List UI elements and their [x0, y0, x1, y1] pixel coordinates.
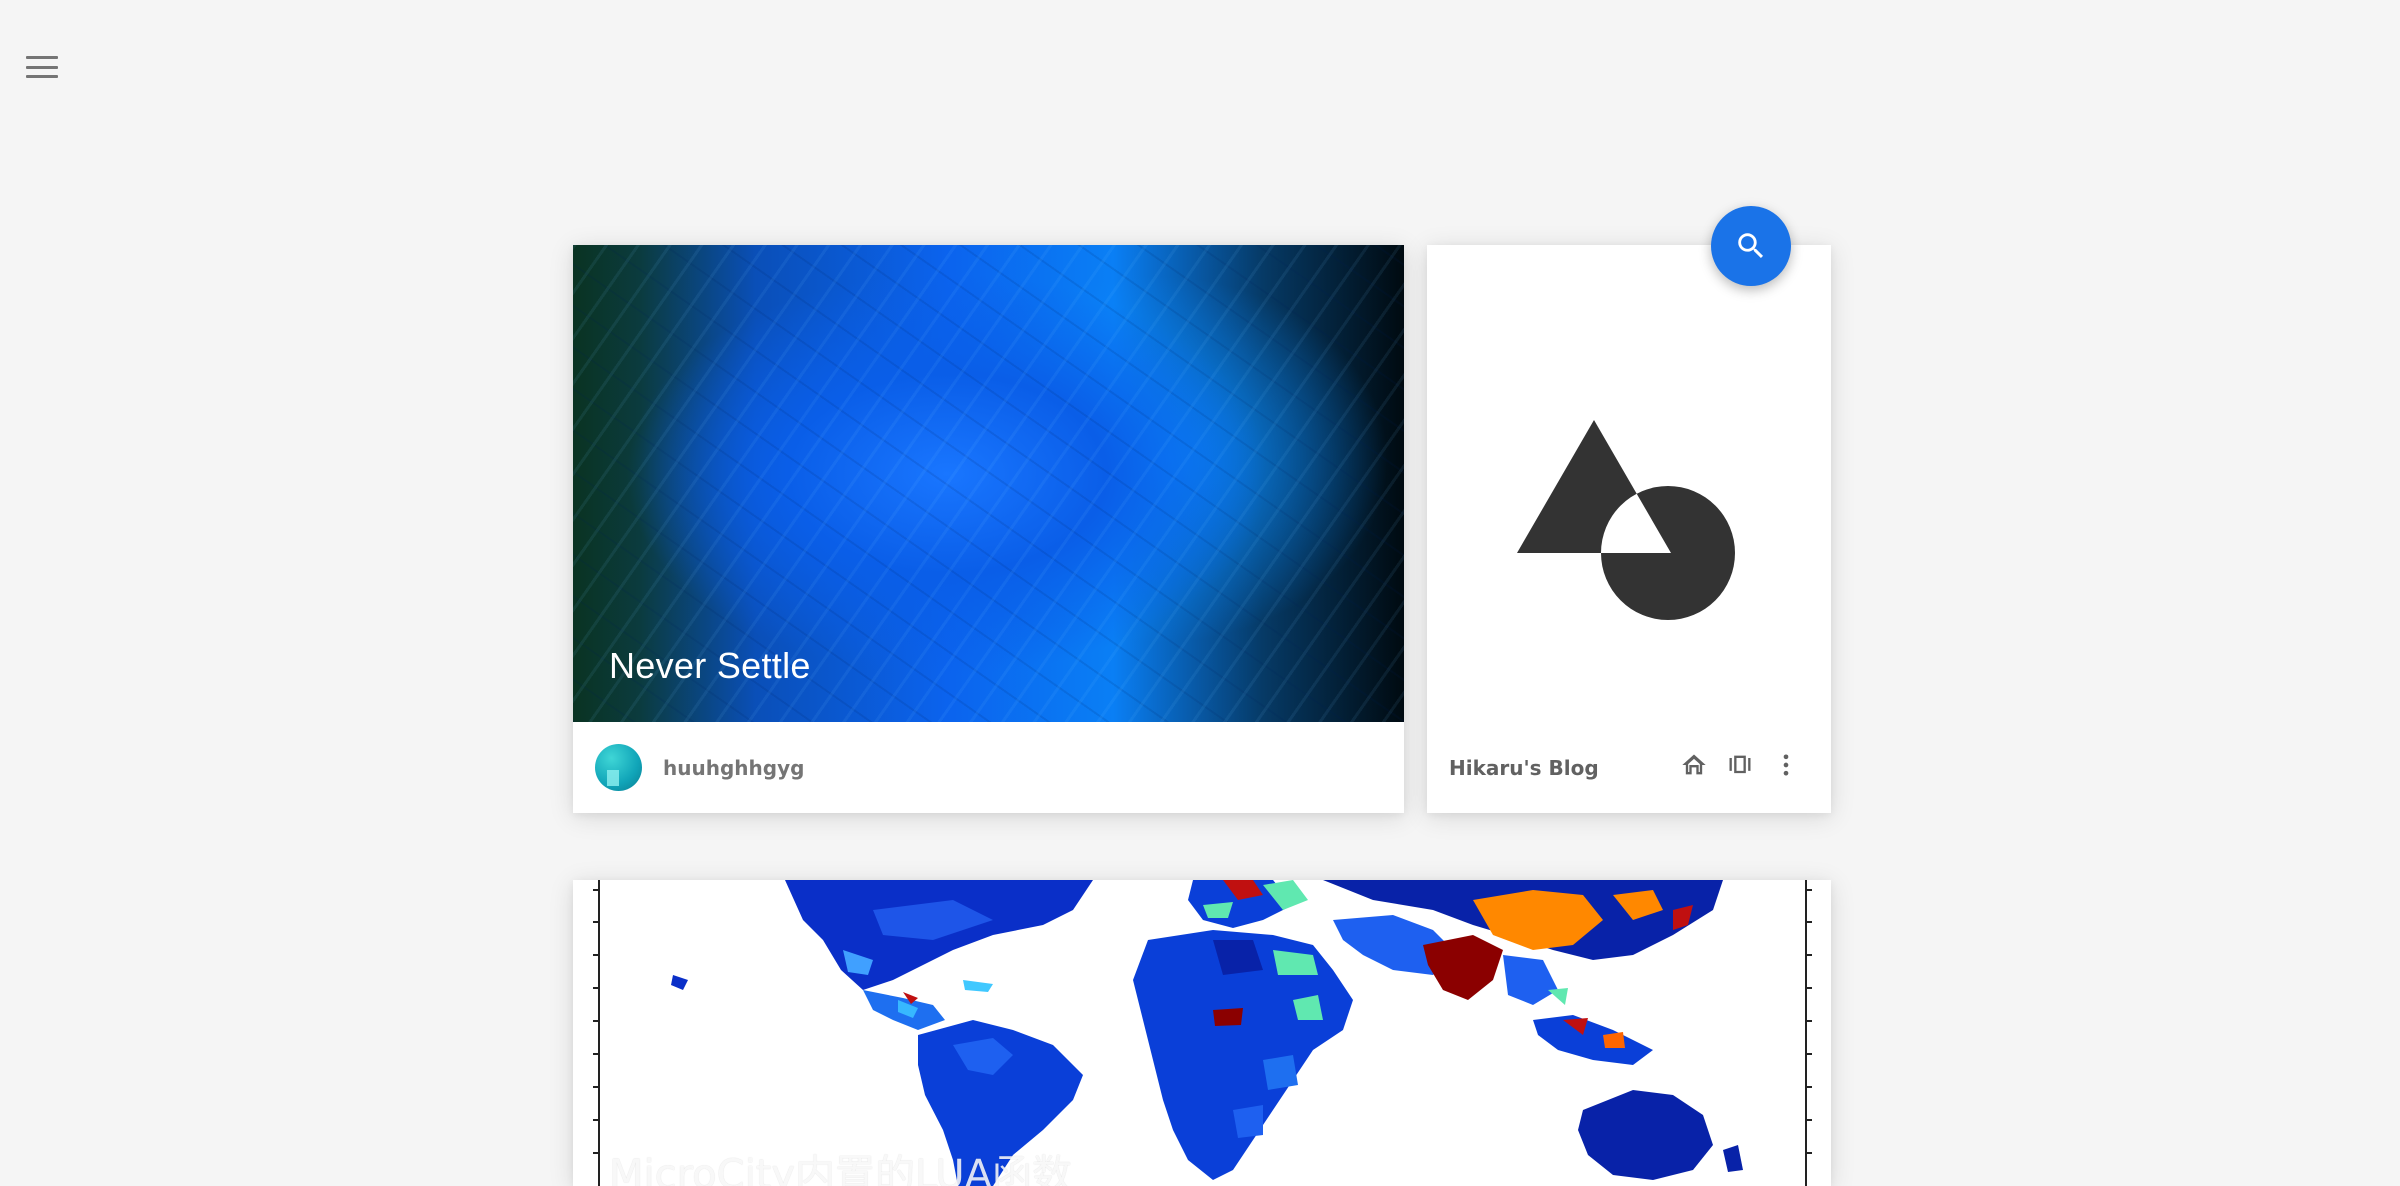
featured-post-card[interactable]: Never Settle huuhghhgyg: [573, 245, 1404, 813]
blog-name: Hikaru's Blog: [1449, 755, 1599, 780]
featured-post-image[interactable]: Never Settle: [573, 245, 1404, 722]
view-carousel-icon: [1729, 755, 1751, 774]
home-icon: [1682, 754, 1706, 775]
second-post-card[interactable]: MicroCity内置的LUA函数: [573, 880, 1831, 1186]
search-icon: [1738, 233, 1764, 259]
second-post-title[interactable]: MicroCity内置的LUA函数: [609, 1142, 1072, 1186]
blog-logo-icon: [1517, 420, 1735, 620]
featured-post-footer: huuhghhgyg: [573, 722, 1404, 813]
search-button[interactable]: [1711, 206, 1791, 286]
world-map-image: [573, 880, 1831, 1186]
featured-post-title[interactable]: Never Settle: [609, 645, 811, 687]
home-button[interactable]: [1679, 750, 1709, 780]
blog-card-actions: [1679, 750, 1801, 780]
author-name[interactable]: huuhghhgyg: [663, 756, 804, 780]
menu-button[interactable]: [26, 56, 58, 78]
author-avatar[interactable]: [595, 744, 642, 791]
hamburger-menu-icon: [26, 56, 58, 59]
more-options-button[interactable]: [1771, 750, 1801, 780]
blog-info-card: Hikaru's Blog: [1427, 245, 1831, 813]
more-vert-icon: [1783, 754, 1789, 776]
carousel-button[interactable]: [1725, 750, 1755, 780]
